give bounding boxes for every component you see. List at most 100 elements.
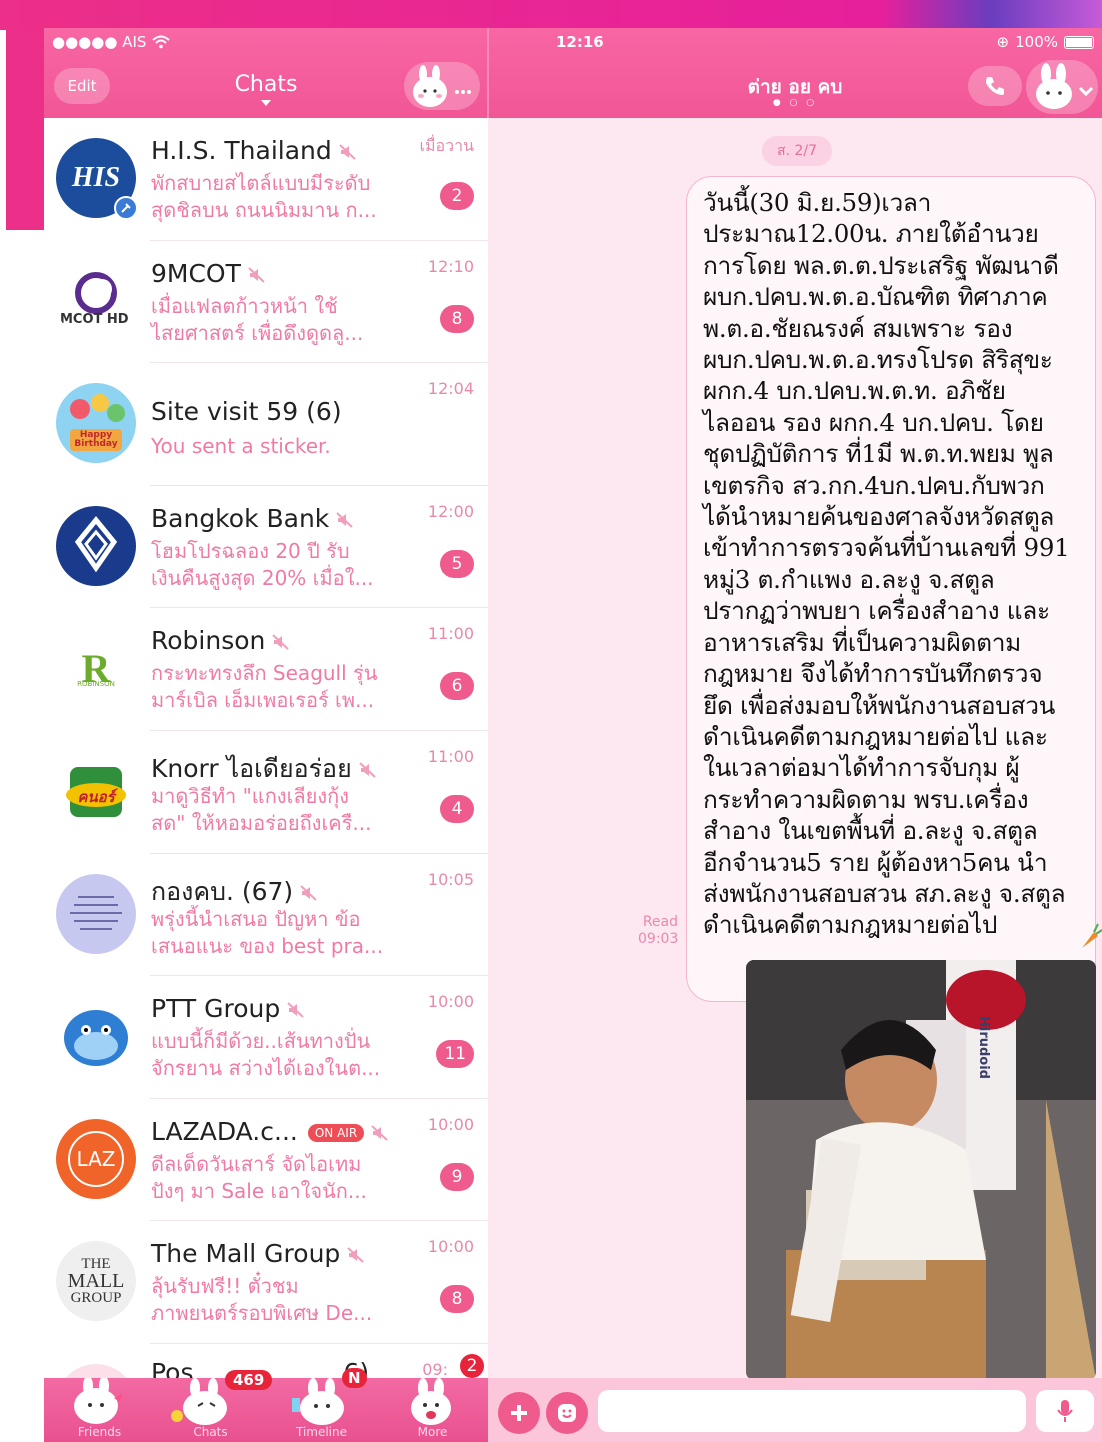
mute-icon: [371, 1125, 388, 1141]
chat-name: PTT Group: [151, 994, 306, 1023]
knorr-avatar: คนอร์: [56, 751, 136, 831]
group-avatar: [56, 873, 136, 954]
tab-label: Chats: [193, 1425, 228, 1439]
pin-icon: [114, 196, 138, 220]
tab-more[interactable]: More: [377, 1378, 488, 1442]
unread-badge: 9: [440, 1162, 474, 1191]
tab-label: More: [417, 1425, 448, 1439]
photo-image: [746, 960, 1096, 1378]
chat-preview: มาดูวิธีทำ "แกงเลียงกุ้ง สด" ให้หอมอร่อย…: [151, 784, 372, 835]
chat-time: 10:00: [427, 1237, 474, 1257]
unread-badge: 4: [440, 795, 474, 823]
tab-friends[interactable]: Friends: [44, 1376, 155, 1442]
emoji-icon: [558, 1404, 576, 1422]
unread-badge: 11: [436, 1040, 474, 1069]
bunny-avatar-icon: [1036, 63, 1094, 109]
unread-badge: 5: [440, 549, 474, 578]
chat-room-header: ต่าย อย คบ ● ○ ○: [488, 56, 1102, 118]
tab-label: Timeline: [295, 1425, 348, 1439]
chat-row-robinson[interactable]: R ROBINSON Robinson กระทะทรงลึก Seagull …: [44, 608, 488, 731]
message-input[interactable]: [598, 1390, 1026, 1432]
status-battery-area: ⊕ 100%: [997, 28, 1094, 56]
rotation-lock-icon: ⊕: [996, 33, 1010, 51]
chat-preview: กระทะทรงลึก Seagull รุ่น มาร์เบิล เอ็มเพ…: [151, 661, 378, 713]
tab-chats[interactable]: 469 Chats: [155, 1370, 273, 1442]
wifi-icon: [152, 35, 171, 49]
mute-icon: [272, 634, 290, 651]
chat-name: Site visit 59 (6): [151, 397, 342, 427]
chat-row-ptt[interactable]: PTT Group แบบนี้ก็มีด้วย..เส้นทางปั่น จั…: [44, 976, 488, 1099]
chat-row-bangkok-bank[interactable]: Bangkok Bank โฮมโปรฉลอง 20 ปี รับ เงินคื…: [44, 486, 488, 609]
chat-preview: พรุ่งนี้นำเสนอ ปัญหา ข้อ เสนอแนะ ของ bes…: [151, 906, 384, 958]
mcot-avatar: MCOT HD: [56, 260, 136, 341]
message-bubble[interactable]: วันนี้(30 มิ.ย.59)เวลา ประมาณ12.00น. ภาย…: [686, 176, 1096, 1002]
chat-row-lazada[interactable]: LAZ LAZADA.c... ON AIR ดีลเด็ดวันเสาร์ จั…: [44, 1099, 488, 1222]
timeline-new-badge: N: [342, 1368, 367, 1388]
chat-list: HIS H.I.S. Thailand พักสบายสไตล์แบบมีระด…: [44, 118, 488, 1378]
more-bunny-icon: [411, 1378, 451, 1425]
chat-preview: You sent a sticker.: [151, 434, 331, 459]
read-status: Read: [642, 914, 678, 930]
status-time: 12:16: [556, 33, 604, 51]
carrier-label: ●●●●● AIS: [52, 33, 147, 51]
call-button[interactable]: [968, 66, 1022, 106]
read-receipt: Read 09:03: [638, 914, 678, 948]
friends-bunny-icon: [74, 1376, 122, 1424]
chat-time: 10:00: [427, 992, 474, 1012]
mute-icon: [336, 512, 353, 528]
voice-message-button[interactable]: [1036, 1390, 1094, 1432]
microphone-icon: [1057, 1400, 1073, 1422]
message-text: วันนี้(30 มิ.ย.59)เวลา ประมาณ12.00น. ภาย…: [703, 188, 1070, 940]
tab-timeline[interactable]: N Timeline: [266, 1368, 377, 1442]
chat-time: 12:00: [427, 501, 474, 521]
read-time: 09:03: [638, 931, 679, 947]
unread-badge: 8: [440, 1285, 474, 1314]
tab-bar: Friends 469 Chats N Timeline More: [44, 1368, 488, 1442]
sticker-button[interactable]: [546, 1392, 588, 1434]
chat-preview: ดีลเด็ดวันเสาร์ จัดไอเทม ปังๆ มา Sale เอ…: [151, 1151, 367, 1203]
mute-icon: [287, 1002, 304, 1018]
battery-percent: 100%: [1015, 33, 1058, 51]
bunny-avatar-icon: [413, 65, 471, 107]
chat-row-9mcot[interactable]: MCOT HD 9MCOT เมื่อแฟลตก้าวหน้า ใช้ ไสยศ…: [44, 241, 488, 364]
add-button[interactable]: [498, 1392, 540, 1434]
photo-message[interactable]: Hirudoid: [746, 960, 1096, 1378]
text-image-icon: [70, 895, 122, 930]
unread-badge: 2: [440, 182, 474, 210]
chat-time: 11:00: [427, 624, 474, 644]
mute-icon: [347, 1247, 364, 1264]
the-mall-avatar: THE MALL GROUP: [56, 1241, 136, 1322]
chat-name: The Mall Group: [151, 1239, 366, 1268]
lazada-avatar: LAZ: [56, 1118, 136, 1199]
chat-time: 12:10: [427, 256, 474, 276]
date-separator: ส. 2/7: [762, 136, 832, 166]
phone-icon: [986, 77, 1004, 95]
battery-icon: [1064, 35, 1094, 49]
unread-badge: 2: [460, 1354, 484, 1378]
on-air-badge: ON AIR: [307, 1123, 365, 1142]
chat-time: 09:: [422, 1360, 448, 1378]
profile-menu-button[interactable]: [404, 62, 480, 110]
mute-icon: [300, 884, 317, 901]
chat-time: เมื่อวาน: [419, 136, 474, 155]
chat-preview: เมื่อแฟลตก้าวหน้า ใช้ ไสยศาสตร์ เพื่อดึง…: [151, 293, 364, 345]
bangkok-bank-avatar: [56, 505, 136, 586]
chat-time: 12:04: [427, 379, 474, 399]
chat-name: 9MCOT: [151, 259, 267, 288]
mute-icon: [339, 144, 356, 160]
mute-icon: [248, 266, 265, 283]
chat-name: H.I.S. Thailand: [151, 136, 358, 165]
chat-preview: พักสบายสไตล์แบบมีระดับ สุดชิลบน ถนนนิมมา…: [151, 171, 377, 222]
chat-name: Bangkok Bank: [151, 504, 355, 533]
mute-icon: [359, 762, 376, 778]
chat-row-kongkob[interactable]: กองคบ. (67) พรุ่งนี้นำเสนอ ปัญหา ข้อ เสน…: [44, 854, 488, 977]
group-avatar: Happy Birthday: [56, 383, 136, 464]
room-menu-button[interactable]: [1026, 60, 1098, 114]
chat-row-his[interactable]: HIS H.I.S. Thailand พักสบายสไตล์แบบมีระด…: [44, 118, 488, 241]
unread-badge: 6: [440, 672, 474, 701]
chat-preview: ลุ้นรับฟรี!! ตั๋วชม ภาพยนตร์รอบพิเศษ De.…: [151, 1274, 373, 1326]
chat-row-site-visit[interactable]: Happy Birthday Site visit 59 (6) You sen…: [44, 363, 488, 486]
chat-row-the-mall[interactable]: THE MALL GROUP The Mall Group ลุ้นรับฟรี…: [44, 1221, 488, 1344]
chat-row-knorr[interactable]: คนอร์ Knorr ไอเดียอร่อย มาดูวิธีทำ "แกงเ…: [44, 731, 488, 854]
ptt-avatar: [56, 996, 136, 1077]
